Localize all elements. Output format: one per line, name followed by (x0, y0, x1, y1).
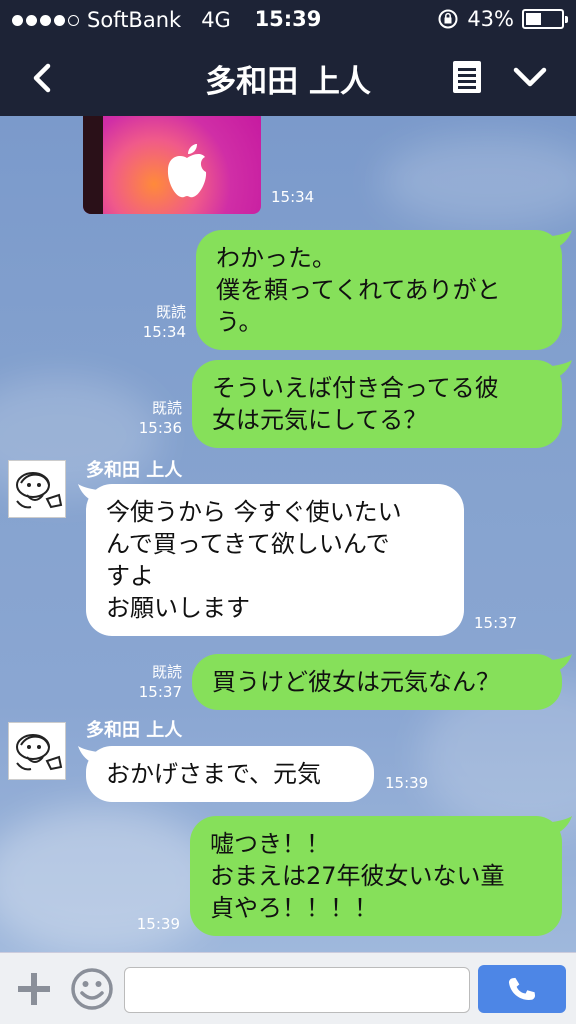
plus-icon[interactable] (16, 971, 52, 1007)
bubble-tail (552, 654, 572, 672)
note-icon[interactable] (452, 60, 482, 94)
chat-header: 多和田 上人 (0, 40, 576, 116)
sender-name: 多和田 上人 (86, 720, 183, 741)
message-line: おまえは27年彼女いない童 (210, 862, 505, 890)
background-cloud (380, 136, 576, 226)
message-line: わかった。 (216, 244, 336, 272)
message-line: すよ (106, 562, 154, 590)
background-cloud (0, 806, 220, 952)
message-line: お願いします (106, 594, 250, 622)
sent-message[interactable]: わかった。 僕を頼ってくれてありがと う。 (196, 230, 562, 350)
read-status: 15:39 (124, 914, 180, 934)
read-label: 既読 (151, 399, 182, 417)
received-message[interactable]: おかげさまで、元気 (86, 746, 374, 802)
sent-message[interactable]: そういえば付き合ってる彼 女は元気にしてる？ (192, 360, 562, 448)
message-line: んで買ってきて欲しいんで (106, 530, 390, 558)
avatar[interactable] (8, 722, 66, 780)
message-time: 15:37 (138, 683, 182, 701)
message-line: 女は元気にしてる？ (212, 406, 428, 434)
message-line: 僕を頼ってくれてありがと (216, 276, 501, 304)
battery-percent: 43% (467, 7, 514, 31)
smiley-icon[interactable] (70, 967, 114, 1011)
page-title: 多和田 上人 (205, 64, 371, 100)
bubble-tail (78, 484, 98, 502)
message-line: 買うけど彼女は元気なん？ (212, 668, 500, 696)
image-message[interactable] (83, 116, 261, 214)
chat-area[interactable]: 15:34 既読 15:34 わかった。 僕を頼ってくれてありがと う。 既読 … (0, 116, 576, 952)
battery-fill (526, 13, 541, 25)
message-time: 15:37 (474, 614, 518, 632)
read-status: 既読 15:36 (126, 398, 182, 438)
message-time: 15:36 (138, 419, 182, 437)
message-time: 15:39 (385, 774, 429, 792)
sender-name: 多和田 上人 (86, 460, 183, 481)
sent-message[interactable]: 買うけど彼女は元気なん？ (192, 654, 562, 710)
rotation-lock-icon (438, 9, 458, 29)
cartoon-avatar-icon (9, 723, 65, 779)
status-right: 43% (437, 7, 568, 31)
message-line: 貞やろ！！！！ (210, 894, 378, 922)
message-line: そういえば付き合ってる彼 (212, 374, 499, 402)
message-input-bar (0, 952, 576, 1024)
read-status: 既読 15:34 (130, 302, 186, 342)
bubble-tail (552, 360, 572, 378)
message-time: 15:39 (136, 915, 180, 933)
phone-icon (508, 977, 536, 1000)
received-message[interactable]: 今使うから 今すぐ使いたい んで買ってきて欲しいんで すよ お願いします (86, 484, 464, 636)
message-input[interactable] (124, 967, 470, 1013)
chevron-down-icon[interactable] (510, 62, 550, 92)
bubble-tail (552, 816, 572, 834)
avatar[interactable] (8, 460, 66, 518)
bubble-tail (78, 746, 98, 764)
read-status: 既読 15:37 (126, 662, 182, 702)
message-time: 15:34 (271, 188, 315, 206)
read-label: 既読 (155, 303, 186, 321)
image-shadow (83, 116, 103, 214)
status-bar: SoftBank 4G 15:39 43% (0, 0, 576, 40)
cartoon-avatar-icon (9, 461, 65, 517)
sent-message[interactable]: 嘘つき！！ おまえは27年彼女いない童 貞やろ！！！！ (190, 816, 562, 936)
apple-logo-icon (167, 144, 207, 198)
battery-icon (522, 9, 568, 29)
send-button[interactable] (478, 965, 566, 1013)
message-line: う。 (216, 308, 263, 336)
message-line: 嘘つき！！ (210, 830, 330, 858)
bubble-tail (552, 230, 572, 248)
message-line: おかげさまで、元気 (106, 760, 322, 788)
message-time: 15:34 (142, 323, 186, 341)
read-label: 既読 (151, 663, 182, 681)
message-line: 今使うから 今すぐ使いたい (106, 498, 402, 526)
